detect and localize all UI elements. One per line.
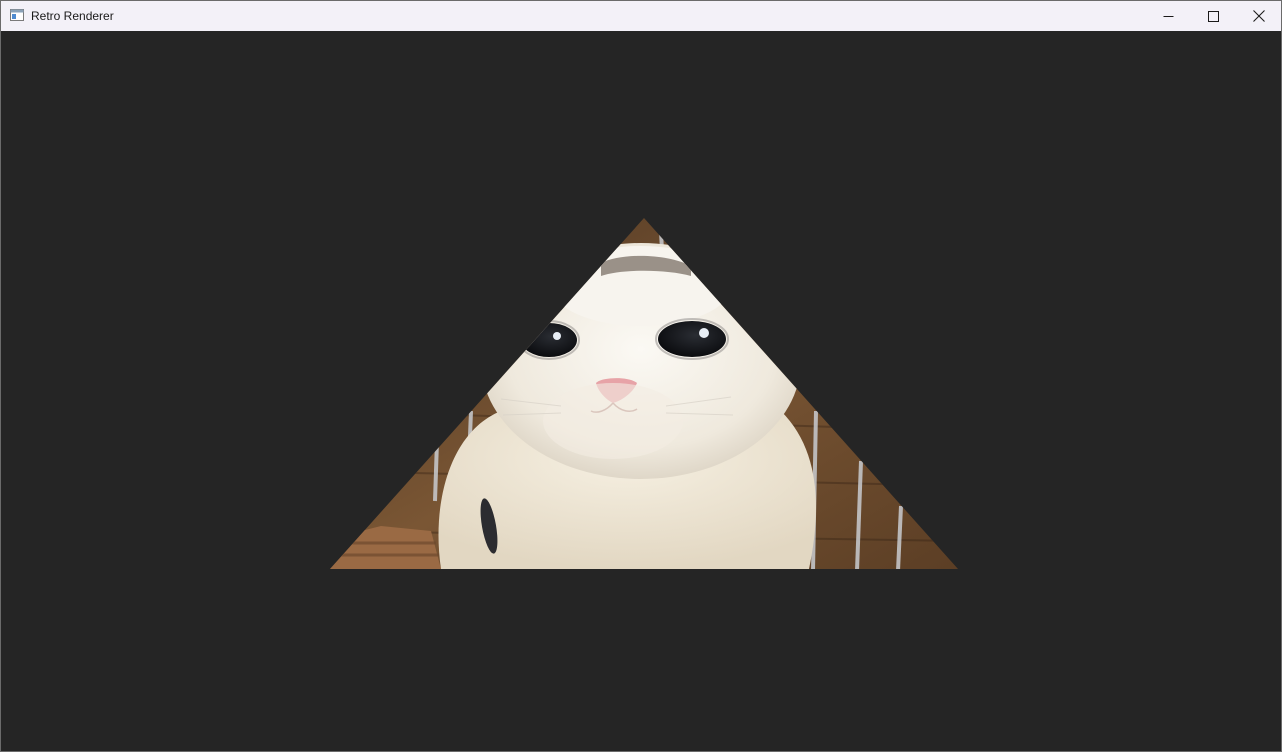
maximize-icon <box>1207 10 1219 22</box>
render-canvas <box>330 218 958 569</box>
close-button[interactable] <box>1236 1 1282 31</box>
app-window: Retro Renderer <box>0 0 1282 752</box>
cat-eye-right <box>658 321 726 357</box>
close-icon <box>1253 10 1265 22</box>
minimize-icon <box>1163 15 1173 17</box>
textured-triangle <box>330 218 958 569</box>
app-window-icon <box>10 9 24 21</box>
maximize-button[interactable] <box>1190 1 1236 31</box>
title-bar[interactable]: Retro Renderer <box>1 1 1281 31</box>
basket <box>330 526 441 569</box>
minimize-button[interactable] <box>1145 1 1191 31</box>
window-title: Retro Renderer <box>31 9 114 23</box>
render-viewport[interactable] <box>1 31 1281 751</box>
cat-eye-left <box>521 323 577 357</box>
